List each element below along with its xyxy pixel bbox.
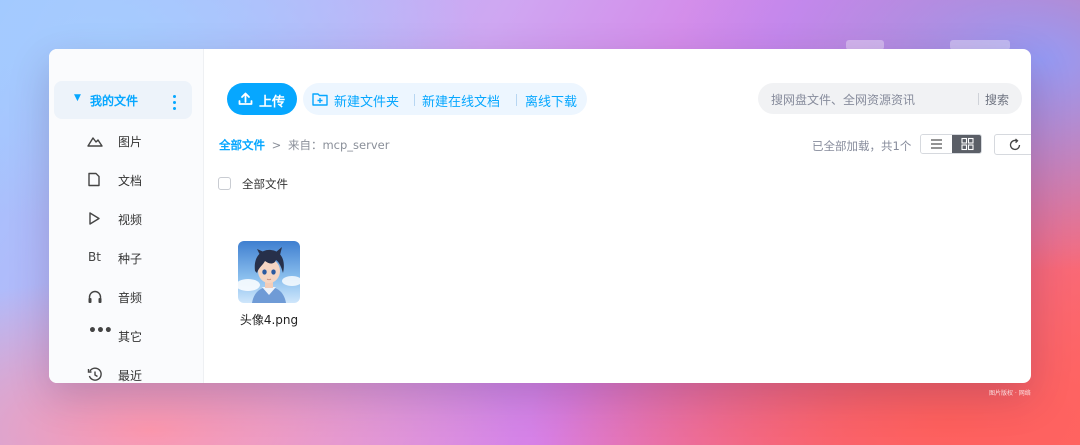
sidebar-item-label: 我的文件 [90, 94, 139, 108]
caret-down-icon[interactable]: ▼ [74, 93, 81, 103]
history-icon [87, 367, 105, 383]
divider [516, 94, 517, 106]
grid-view-button[interactable] [952, 135, 981, 153]
loaded-count-text: 已全部加载，共1个 [812, 139, 912, 153]
offline-download-button[interactable]: 离线下载 [525, 91, 577, 110]
upload-label: 上传 [259, 95, 286, 110]
sidebar-item-label: 图片 [118, 135, 143, 149]
search-input[interactable]: 搜网盘文件、全网资源资讯 [771, 91, 915, 108]
divider [978, 93, 979, 105]
new-online-doc-button[interactable]: 新建在线文档 [422, 91, 500, 110]
select-all-checkbox[interactable] [218, 177, 231, 190]
divider [414, 94, 415, 106]
sidebar-item-label: 文档 [118, 174, 143, 188]
sidebar-item-other[interactable]: ••• 其它 [49, 321, 203, 351]
sidebar-item-videos[interactable]: 视频 [49, 204, 203, 234]
sidebar-item-torrents[interactable]: Bt 种子 [49, 243, 203, 273]
breadcrumb: 全部文件 > 来自：mcp_server [219, 137, 389, 153]
list-view-button[interactable] [921, 135, 952, 153]
upload-button[interactable]: 上传 [227, 83, 297, 115]
image-watermark: 图片版权 · 网络 [989, 390, 1031, 397]
new-folder-icon [312, 91, 328, 110]
refresh-button[interactable] [994, 134, 1031, 155]
document-icon [87, 172, 105, 188]
sidebar-item-documents[interactable]: 文档 [49, 165, 203, 195]
netdisk-window: ▼ 我的文件 图片 文档 视频 Bt 种子 音频 ••• 其它 最近 上传 新建… [49, 49, 1031, 383]
file-actions-group: 新建文件夹 新建在线文档 离线下载 [303, 83, 587, 115]
sidebar-item-label: 种子 [118, 252, 143, 266]
sidebar-item-recent[interactable]: 最近 [49, 360, 203, 383]
sidebar-item-label: 最近 [118, 369, 143, 383]
sidebar-item-label: 其它 [118, 330, 143, 344]
sidebar: ▼ 我的文件 图片 文档 视频 Bt 种子 音频 ••• 其它 最近 [49, 49, 204, 383]
more-vertical-icon[interactable] [166, 88, 182, 112]
play-icon [87, 211, 105, 227]
bt-icon-text: Bt [88, 250, 101, 264]
sidebar-item-images[interactable]: 图片 [49, 126, 203, 156]
file-name: 头像4.png [239, 313, 299, 327]
search-bar: 搜网盘文件、全网资源资讯 搜索 [758, 83, 1022, 114]
view-mode-toggle [920, 134, 982, 154]
breadcrumb-root-link[interactable]: 全部文件 [219, 138, 265, 152]
sidebar-item-my-files[interactable]: ▼ 我的文件 [54, 81, 192, 119]
file-thumbnail[interactable] [238, 241, 300, 303]
upload-icon [238, 91, 253, 110]
headphones-icon [87, 289, 105, 305]
sidebar-item-audio[interactable]: 音频 [49, 282, 203, 312]
new-folder-button[interactable]: 新建文件夹 [334, 91, 399, 110]
image-icon [87, 133, 105, 149]
search-button[interactable]: 搜索 [985, 91, 1009, 108]
breadcrumb-separator: > [271, 138, 282, 152]
bt-icon: Bt [87, 250, 105, 266]
more-horizontal-icon-text: ••• [88, 323, 113, 339]
sidebar-item-label: 视频 [118, 213, 143, 227]
sidebar-item-label: 音频 [118, 291, 143, 305]
select-all-label: 全部文件 [242, 177, 288, 191]
more-horizontal-icon: ••• [87, 323, 113, 344]
breadcrumb-source: 来自：mcp_server [287, 138, 390, 152]
refresh-icon [1009, 138, 1021, 151]
